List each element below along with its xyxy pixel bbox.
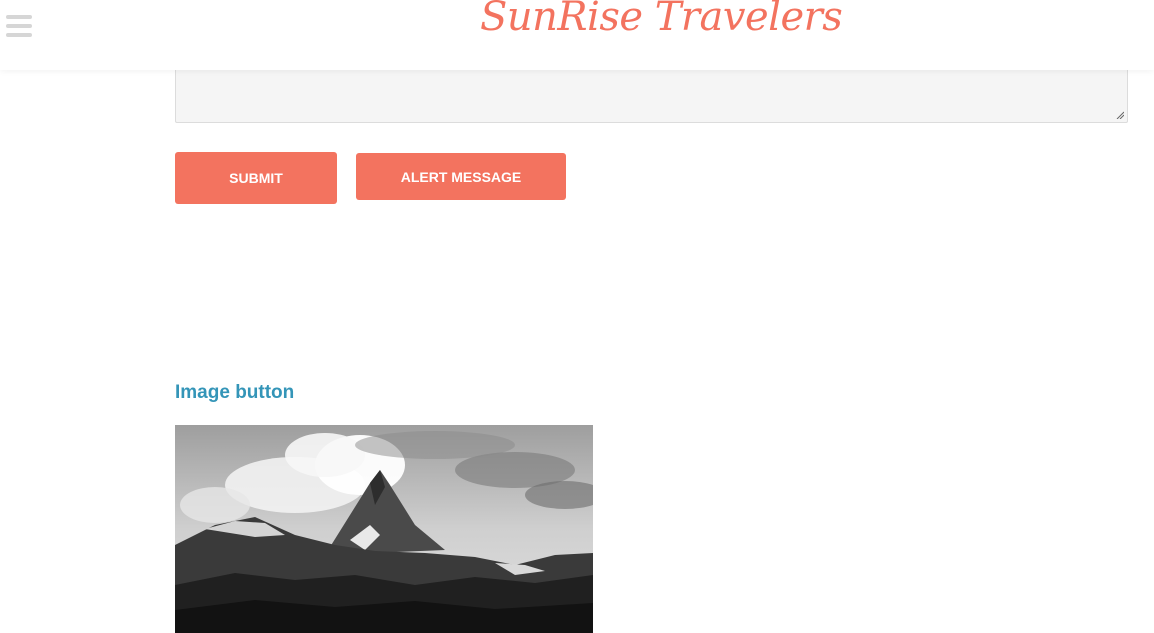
site-header: SunRise Travelers <box>0 0 1154 70</box>
resize-grip-icon[interactable] <box>1116 111 1124 119</box>
image-button-heading: Image button <box>175 382 295 403</box>
site-title[interactable]: SunRise Travelers <box>480 0 843 54</box>
mountain-image-button[interactable] <box>175 425 593 633</box>
submit-button[interactable]: SUBMIT <box>175 152 337 204</box>
hamburger-menu-icon[interactable] <box>6 15 32 37</box>
alert-message-button[interactable]: ALERT MESSAGE <box>356 153 566 200</box>
mountain-photo-image <box>175 425 593 633</box>
